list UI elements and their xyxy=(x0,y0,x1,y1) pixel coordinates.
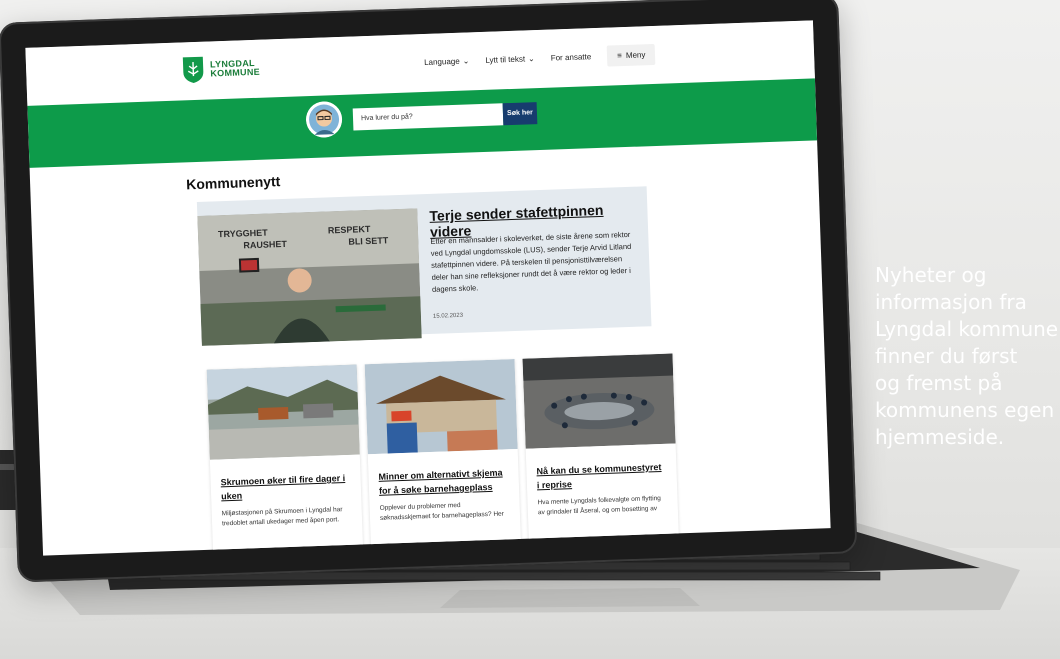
listen-label: Lytt til tekst xyxy=(485,54,526,65)
top-nav: Language ⌄ Lytt til tekst ⌄ For ansatte … xyxy=(424,43,656,73)
featured-date: 15.02.2023 xyxy=(432,312,464,320)
wall-text-1: TRYGGHET xyxy=(218,228,268,240)
page-title: Kommunenytt xyxy=(185,173,281,193)
news-card-text: Miljøstasjonen på Skrumoen i Lyngdal har… xyxy=(221,506,343,528)
news-card[interactable]: Nå kan du se kommunestyret i reprise Hva… xyxy=(522,353,680,549)
caption-line: informasjon fra xyxy=(875,290,1027,314)
caption-line: og fremst på xyxy=(875,371,1003,395)
news-card-image xyxy=(206,364,360,460)
laptop-screen: LYNGDAL KOMMUNE Language ⌄ Lytt til teks… xyxy=(25,20,831,556)
language-dropdown[interactable]: Language ⌄ xyxy=(424,56,470,67)
caption-line: finner du først xyxy=(875,344,1018,368)
shield-logo-icon xyxy=(182,56,204,84)
featured-summary: Etter en mannsalder i skoleverket, de si… xyxy=(430,229,632,294)
site-logo[interactable]: LYNGDAL KOMMUNE xyxy=(182,54,261,85)
news-card[interactable]: Minner om alternativt skjema for å søke … xyxy=(364,359,522,555)
wall-text-2: RAUSHET xyxy=(243,239,287,251)
hamburger-icon: ≡ xyxy=(617,51,623,61)
caption-line: hjemmeside. xyxy=(875,425,1005,449)
news-card-image xyxy=(522,353,676,449)
logo-line-2: KOMMUNE xyxy=(210,66,261,79)
search-button[interactable]: Søk her xyxy=(502,102,538,126)
side-caption: Nyheter og informasjon fra Lyngdal kommu… xyxy=(875,262,1060,451)
featured-image: TRYGGHET RAUSHET RESPEKT BLI SETT xyxy=(197,208,422,346)
employees-label: For ansatte xyxy=(550,52,592,63)
wall-text-3: RESPEKT xyxy=(328,224,371,235)
employees-link[interactable]: For ansatte xyxy=(551,52,592,62)
news-card-title[interactable]: Skrumoen øker til fire dager i uken xyxy=(220,471,351,504)
search-input[interactable]: Hva lurer du på? xyxy=(352,103,504,131)
listen-dropdown[interactable]: Lytt til tekst ⌄ xyxy=(485,54,535,65)
news-card-title[interactable]: Nå kan du se kommunestyret i reprise xyxy=(536,460,667,493)
featured-article[interactable]: TRYGGHET RAUSHET RESPEKT BLI SETT Terje … xyxy=(196,186,652,346)
laptop-lid: LYNGDAL KOMMUNE Language ⌄ Lytt til teks… xyxy=(0,0,858,583)
menu-label: Meny xyxy=(625,50,646,60)
news-card[interactable]: Skrumoen øker til fire dager i uken Milj… xyxy=(206,364,364,556)
news-card-text: Hva mente Lyngdals folkevalgte om flytti… xyxy=(537,495,661,517)
chevron-down-icon: ⌄ xyxy=(462,56,470,66)
caption-line: kommunens egen xyxy=(875,398,1055,422)
caption-line: Lyngdal kommune xyxy=(875,317,1059,341)
avatar-icon xyxy=(305,100,343,139)
news-card-image xyxy=(364,359,518,455)
logo-text: LYNGDAL KOMMUNE xyxy=(210,58,261,79)
menu-button[interactable]: ≡ Meny xyxy=(606,43,656,67)
language-label: Language xyxy=(423,56,460,67)
chevron-down-icon: ⌄ xyxy=(527,54,535,64)
news-card-title[interactable]: Minner om alternativt skjema for å søke … xyxy=(378,465,509,498)
news-card-text: Opplever du problemer med søknadsskjemae… xyxy=(379,501,504,522)
caption-line: Nyheter og xyxy=(875,263,987,287)
wall-text-4: BLI SETT xyxy=(348,235,389,246)
